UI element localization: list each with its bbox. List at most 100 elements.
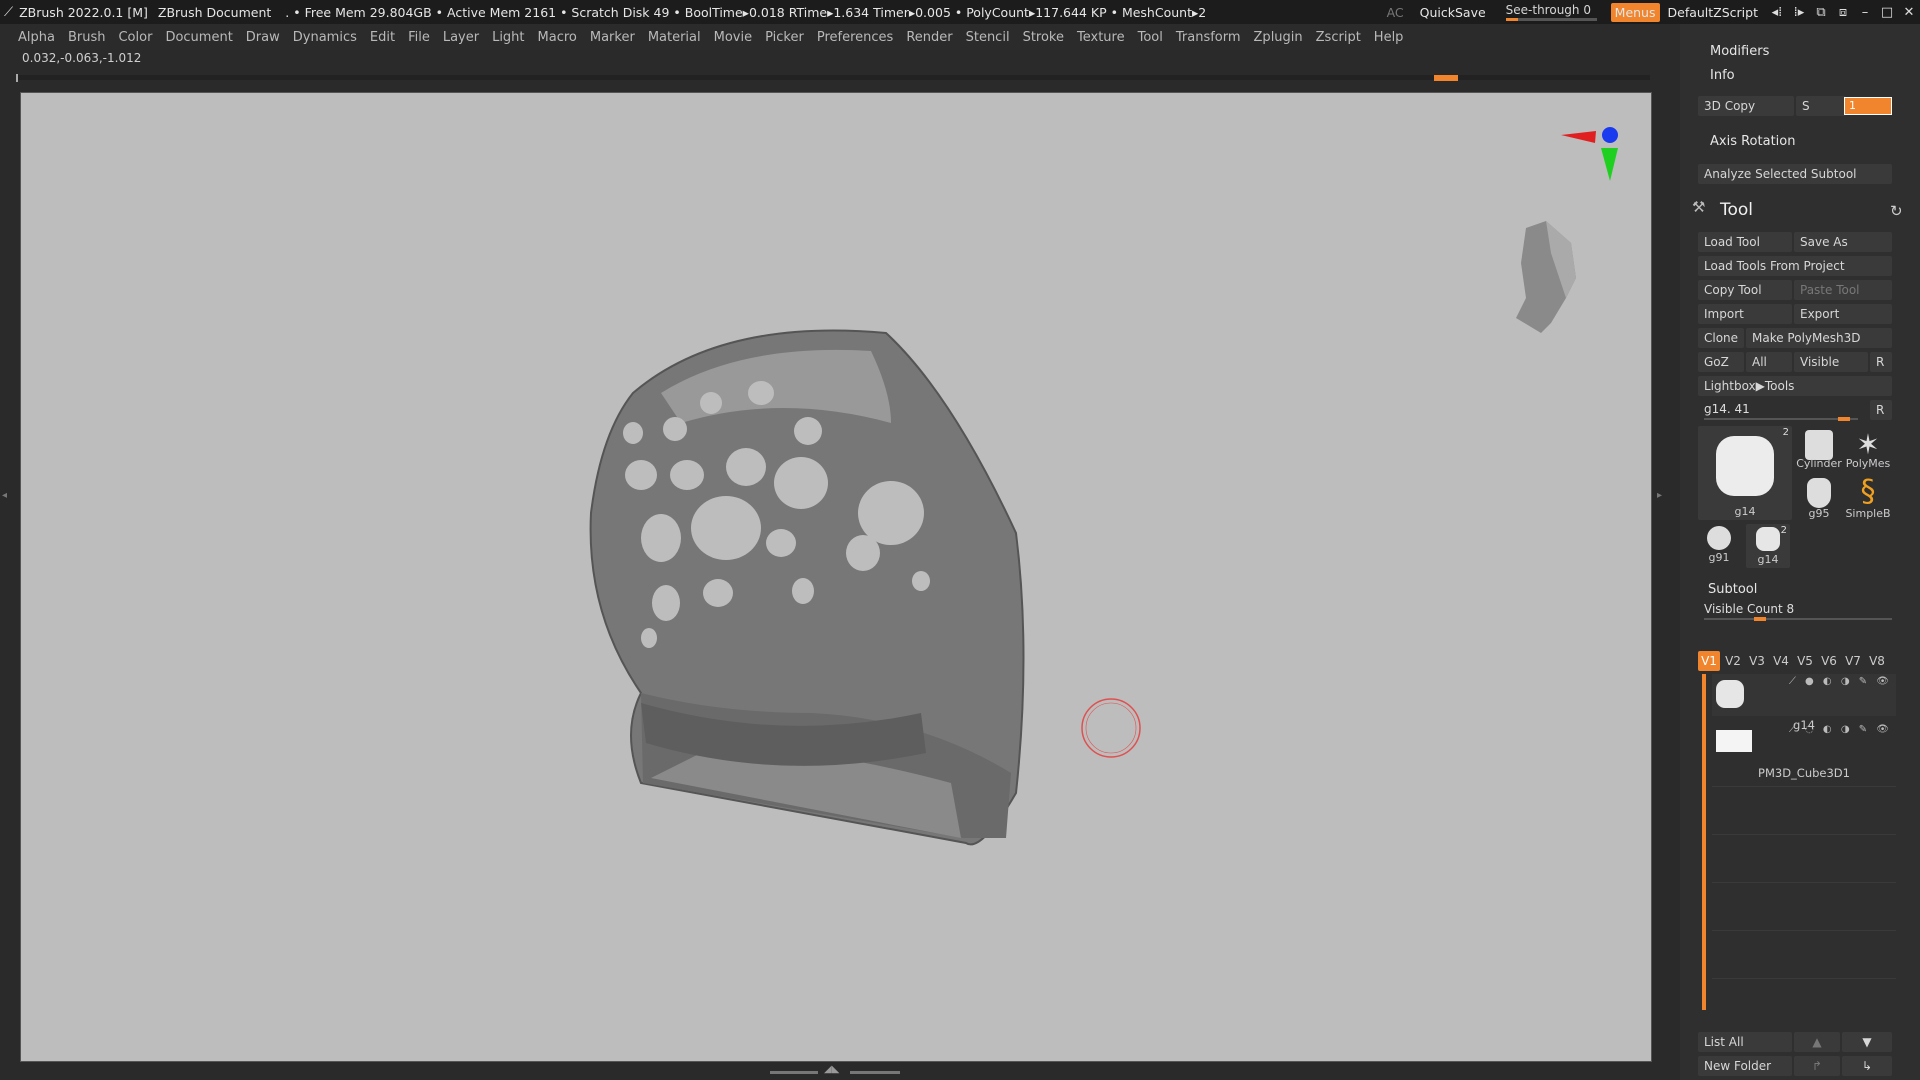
subtool-row-pm3d-cube[interactable]: ⟋ ◌ ◐ ◑ ✎ 👁 PM3D_Cube3D1 (1712, 722, 1896, 780)
move-down-icon[interactable]: ▼ (1842, 1032, 1892, 1052)
tool-thumb-simplebrush[interactable]: § SimpleB (1844, 474, 1892, 522)
tool-palette-header[interactable]: ⚒ Tool (1692, 198, 1753, 220)
menu-transform[interactable]: Transform (1176, 30, 1241, 45)
menu-movie[interactable]: Movie (714, 30, 752, 45)
menu-draw[interactable]: Draw (246, 30, 280, 45)
menu-zplugin[interactable]: Zplugin (1254, 30, 1303, 45)
menu-material[interactable]: Material (648, 30, 701, 45)
menu-file[interactable]: File (408, 30, 430, 45)
modifiers-header[interactable]: Modifiers (1710, 44, 1769, 59)
tray-left-icon[interactable]: ◂⁞ (1766, 5, 1788, 20)
menu-brush[interactable]: Brush (68, 30, 106, 45)
menu-color[interactable]: Color (118, 30, 152, 45)
menu-stencil[interactable]: Stencil (966, 30, 1010, 45)
brush-cursor-inner (1085, 702, 1137, 754)
version-tab-v1[interactable]: V1 (1698, 651, 1720, 671)
s-button[interactable]: S (1796, 96, 1846, 116)
info-header[interactable]: Info (1710, 68, 1735, 83)
load-tools-from-project-button[interactable]: Load Tools From Project (1698, 256, 1892, 276)
subtool-toggle-icons[interactable]: ⟋ ● ◐ ◑ ✎ 👁 (1789, 676, 1892, 687)
clone-button[interactable]: Clone (1698, 328, 1744, 348)
tray-right-icon[interactable]: ⁞▸ (1788, 5, 1810, 20)
tool-slider-knob[interactable] (1838, 417, 1850, 421)
right-tray-handle[interactable]: ▸ (1657, 490, 1667, 610)
analyze-subtool-button[interactable]: Analyze Selected Subtool (1698, 164, 1892, 184)
tool-thumb-g14-small[interactable]: 2 g14 (1746, 524, 1790, 568)
tool-thumb-g91[interactable]: g91 (1698, 524, 1740, 566)
version-tab-v2[interactable]: V2 (1722, 651, 1744, 671)
menu-help[interactable]: Help (1374, 30, 1404, 45)
version-tab-v5[interactable]: V5 (1794, 651, 1816, 671)
see-through-knob[interactable] (1505, 18, 1518, 21)
redo-arrow-icon[interactable]: ↱ (1794, 1056, 1840, 1076)
minimize-icon[interactable]: – (1854, 5, 1876, 20)
load-tool-button[interactable]: Load Tool (1698, 232, 1792, 252)
tool-thumb-g14-main[interactable]: 2 g14 (1698, 426, 1792, 520)
tool-slider-r-button[interactable]: R (1870, 400, 1892, 420)
copy-tool-button[interactable]: Copy Tool (1698, 280, 1792, 300)
menu-preferences[interactable]: Preferences (817, 30, 893, 45)
paste-tool-button[interactable]: Paste Tool (1794, 280, 1892, 300)
axis-rotation-header[interactable]: Axis Rotation (1710, 134, 1795, 149)
layout-icon[interactable]: ⧉ (1810, 5, 1832, 20)
goz-visible-button[interactable]: Visible (1794, 352, 1868, 372)
tool-thumb-cylinder[interactable]: Cylinder (1796, 426, 1842, 472)
menu-dynamics[interactable]: Dynamics (293, 30, 357, 45)
version-tab-v3[interactable]: V3 (1746, 651, 1768, 671)
version-tab-v4[interactable]: V4 (1770, 651, 1792, 671)
tool-slider[interactable]: g14. 41 (1698, 402, 1898, 421)
menu-texture[interactable]: Texture (1077, 30, 1125, 45)
bottom-tray-handle[interactable]: ◢◣ (770, 1064, 900, 1076)
ac-button[interactable]: AC (1387, 5, 1404, 20)
maximize-icon[interactable]: □ (1876, 5, 1898, 20)
version-tab-v7[interactable]: V7 (1842, 651, 1864, 671)
menu-tool[interactable]: Tool (1138, 30, 1163, 45)
sculpt-model[interactable] (589, 329, 1025, 846)
refresh-icon[interactable]: ↻ (1890, 202, 1903, 220)
insert-arrow-icon[interactable]: ↳ (1842, 1056, 1892, 1076)
goz-r-button[interactable]: R (1870, 352, 1892, 372)
save-as-button[interactable]: Save As (1794, 232, 1892, 252)
menu-render[interactable]: Render (906, 30, 952, 45)
quicksave-button[interactable]: QuickSave (1420, 5, 1486, 20)
menu-stroke[interactable]: Stroke (1023, 30, 1064, 45)
3d-copy-button[interactable]: 3D Copy (1698, 96, 1794, 116)
see-through-slider[interactable]: See-through 0 (1498, 1, 1603, 23)
import-button[interactable]: Import (1698, 304, 1792, 324)
goz-button[interactable]: GoZ (1698, 352, 1744, 372)
make-polymesh3d-button[interactable]: Make PolyMesh3D (1746, 328, 1892, 348)
close-icon[interactable]: ✕ (1898, 5, 1920, 20)
new-folder-button[interactable]: New Folder (1698, 1056, 1792, 1076)
menu-light[interactable]: Light (492, 30, 524, 45)
version-tab-v8[interactable]: V8 (1866, 651, 1888, 671)
lightbox-tools-button[interactable]: Lightbox▶Tools (1698, 376, 1892, 396)
move-up-icon[interactable]: ▲ (1794, 1032, 1840, 1052)
menu-edit[interactable]: Edit (370, 30, 395, 45)
goz-all-button[interactable]: All (1746, 352, 1792, 372)
store-layout-icon[interactable]: ⧈ (1832, 5, 1854, 20)
tool-thumb-g95[interactable]: g95 (1796, 474, 1842, 522)
visible-count-slider[interactable]: Visible Count 8 (1698, 602, 1898, 621)
subtool-row-g14[interactable]: ⟋ ● ◐ ◑ ✎ 👁 g14 (1712, 674, 1896, 732)
menu-picker[interactable]: Picker (765, 30, 804, 45)
menu-document[interactable]: Document (165, 30, 232, 45)
head-gizmo[interactable] (1516, 127, 1618, 333)
viewport-canvas[interactable] (20, 92, 1652, 1062)
menu-marker[interactable]: Marker (590, 30, 635, 45)
version-tab-v6[interactable]: V6 (1818, 651, 1840, 671)
menu-zscript[interactable]: Zscript (1316, 30, 1361, 45)
menu-alpha[interactable]: Alpha (18, 30, 55, 45)
export-button[interactable]: Export (1794, 304, 1892, 324)
subtool-header[interactable]: Subtool (1708, 582, 1757, 597)
menu-macro[interactable]: Macro (538, 30, 577, 45)
left-tray-handle[interactable]: ◂ (0, 490, 12, 610)
subtool-toggle-icons[interactable]: ⟋ ◌ ◐ ◑ ✎ 👁 (1789, 724, 1892, 735)
subtool-scrollbar[interactable] (1702, 674, 1706, 1010)
visible-count-knob[interactable] (1754, 617, 1766, 621)
tool-thumb-polymesh[interactable]: ✶ PolyMes (1844, 426, 1892, 472)
default-zscript-button[interactable]: DefaultZScript (1668, 5, 1759, 20)
list-all-button[interactable]: List All (1698, 1032, 1792, 1052)
s-value-input[interactable]: 1 (1844, 97, 1892, 115)
menu-layer[interactable]: Layer (443, 30, 479, 45)
menus-toggle[interactable]: Menus (1610, 2, 1660, 22)
